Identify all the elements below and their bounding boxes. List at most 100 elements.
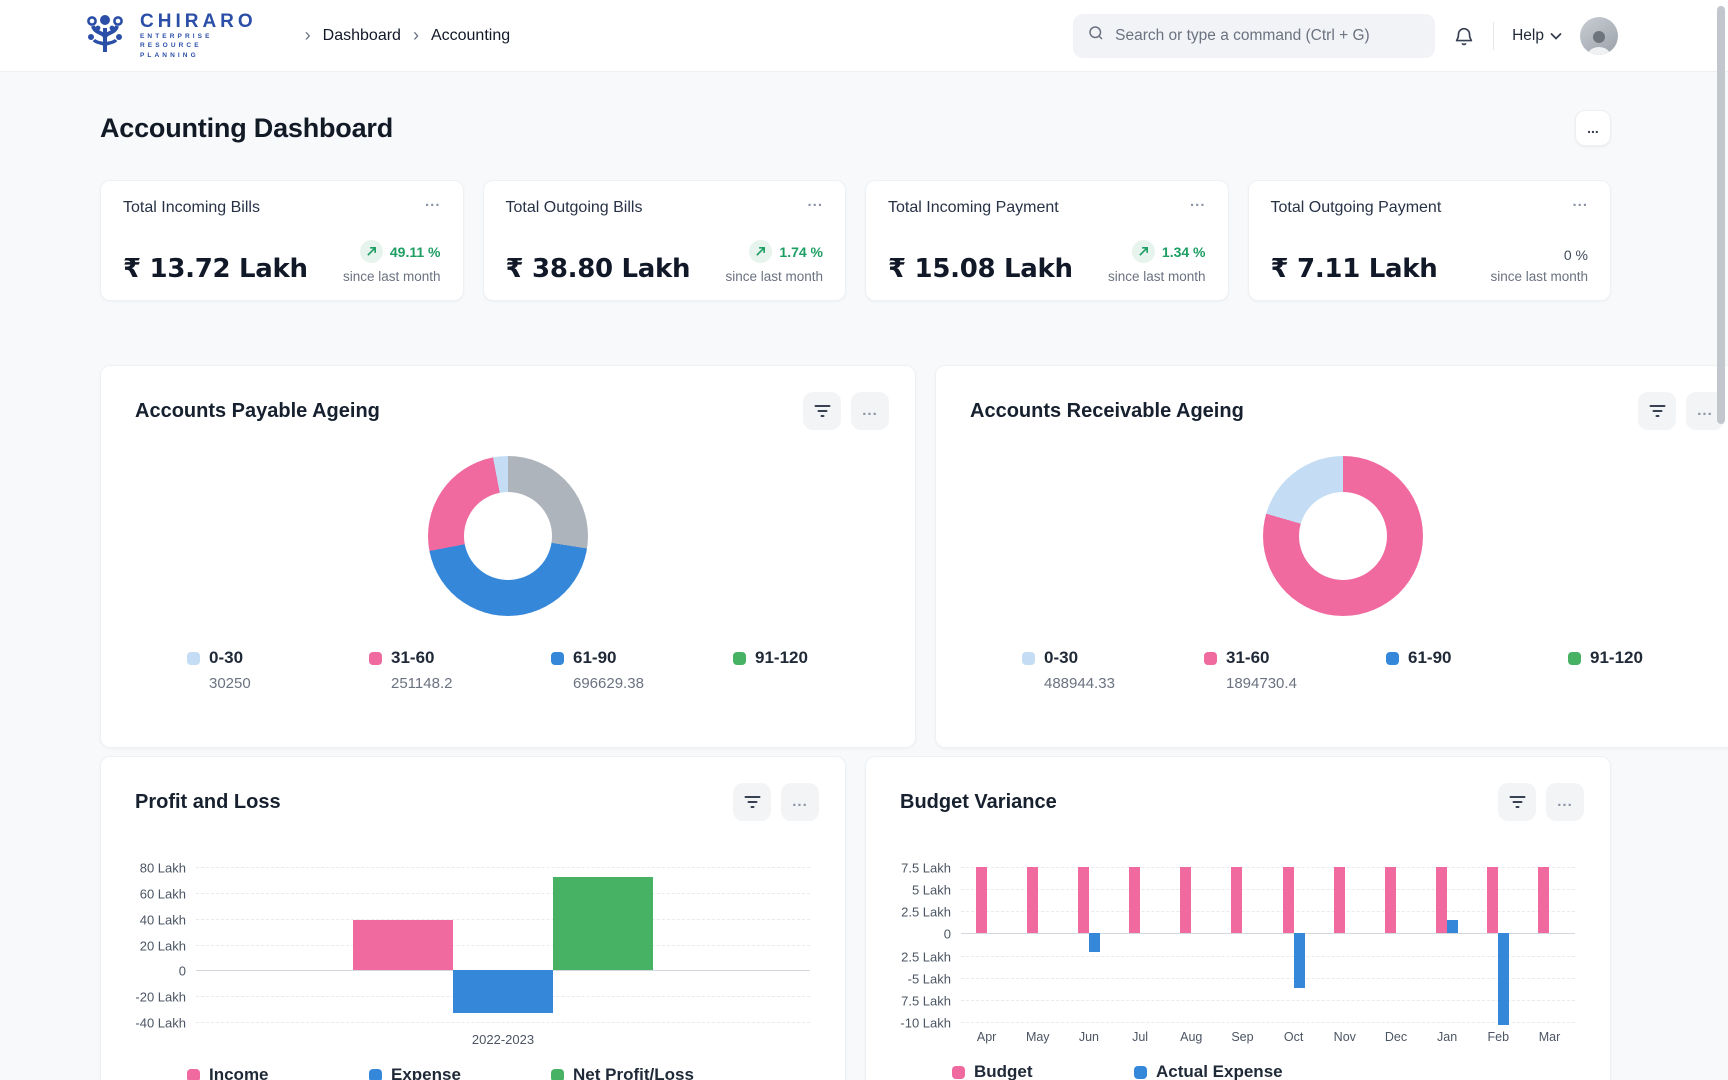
y-axis-tick: 5 Lakh [912,883,951,898]
breadcrumb-dashboard[interactable]: Dashboard [323,27,401,45]
notifications-bell-icon[interactable] [1453,25,1475,47]
legend-swatch [369,1069,382,1080]
scrollbar-thumb[interactable] [1717,6,1725,424]
chart-more-button[interactable]: ... [781,783,819,821]
bar-budget[interactable] [1538,867,1549,933]
legend-label: 91-120 [755,648,808,668]
global-search[interactable] [1073,14,1435,58]
kpi-more-button[interactable]: ... [1572,199,1588,205]
filter-icon[interactable] [1638,392,1676,430]
bar-income[interactable] [353,920,453,970]
top-navigation: CHIRARO ENTERPRISE RESOURCE PLANNING › D… [0,0,1728,72]
kpi-card-total-incoming-payment: Total Incoming Payment ... ₹ 15.08 Lakh … [865,180,1229,301]
kpi-row: Total Incoming Bills ... ₹ 13.72 Lakh 49… [100,180,1611,301]
bar-budget[interactable] [1180,867,1191,933]
filter-icon[interactable] [1498,783,1536,821]
profit-loss-legend: Income Expense Net Profit/Loss [101,1065,845,1080]
legend-item[interactable]: 0-30488944.33 [1022,648,1204,693]
bar-budget[interactable] [1129,867,1140,933]
bar-actual-expense[interactable] [1447,920,1458,933]
bar-budget[interactable] [1436,867,1447,933]
bar-actual-expense[interactable] [1498,933,1509,1024]
kpi-delta: 0 % [1564,247,1588,263]
x-axis-tick: Jul [1115,1030,1166,1044]
bar-actual-expense[interactable] [1089,933,1100,952]
receivable-ageing-donut[interactable] [1263,456,1423,616]
legend-swatch [187,1069,200,1080]
legend-swatch [551,1069,564,1080]
chart-more-button[interactable]: ... [1546,783,1584,821]
legend-item[interactable]: 61-90696629.38 [551,648,733,693]
x-axis-tick: Apr [961,1030,1012,1044]
y-axis-tick: 7.5 Lakh [901,993,951,1008]
legend-item[interactable]: Income [187,1065,369,1080]
month-column-oct [1268,867,1319,1022]
legend-item[interactable]: Net Profit/Loss [551,1065,733,1080]
y-axis-tick: 2.5 Lakh [901,905,951,920]
kpi-value: ₹ 38.80 Lakh [506,254,691,284]
x-axis-tick: Jun [1063,1030,1114,1044]
bar-expense[interactable] [453,970,553,1013]
y-axis-tick: 7.5 Lakh [901,861,951,876]
user-avatar[interactable] [1580,17,1618,55]
ageing-charts-row: Accounts Payable Ageing ... 0-303025031-… [100,365,1611,748]
kpi-more-button[interactable]: ... [807,199,823,205]
kpi-caption: since last month [1108,269,1206,284]
bar-actual-expense[interactable] [1294,933,1305,988]
legend-swatch [551,652,564,665]
brand-sub-1: ENTERPRISE [140,34,257,41]
legend-item[interactable]: 31-60251148.2 [369,648,551,693]
legend-item[interactable]: 61-90 [1386,648,1568,693]
chart-title: Budget Variance [900,791,1057,814]
y-axis-tick: 0 [944,927,951,942]
legend-value: 251148.2 [369,675,551,693]
legend-item[interactable]: Actual Expense [1134,1062,1316,1080]
y-axis-tick: -10 Lakh [900,1016,951,1031]
bar-budget[interactable] [1027,867,1038,933]
legend-swatch [1022,652,1035,665]
legend-item[interactable]: Expense [369,1065,551,1080]
search-input[interactable] [1115,27,1421,45]
bar-budget[interactable] [1231,867,1242,933]
profit-and-loss-card: Profit and Loss ... 80 Lakh60 Lakh40 Lak… [100,756,846,1080]
trend-up-icon [360,240,383,263]
bar-net-profit-loss[interactable] [553,877,653,970]
donut-hole [1299,492,1387,580]
brand-name: CHIRARO [140,12,257,31]
x-axis-tick: Aug [1166,1030,1217,1044]
legend-item[interactable]: 0-3030250 [187,648,369,693]
legend-swatch [1568,652,1581,665]
bar-budget[interactable] [1283,867,1294,933]
kpi-title: Total Outgoing Bills [506,199,643,217]
filter-icon[interactable] [803,392,841,430]
brand-logo[interactable]: CHIRARO ENTERPRISE RESOURCE PLANNING [80,8,257,63]
legend-item[interactable]: Budget [952,1062,1134,1080]
help-menu[interactable]: Help [1512,27,1562,45]
bar-budget[interactable] [976,867,987,933]
dashboard-content: Accounting Dashboard ... Total Incoming … [0,72,1728,1080]
kpi-more-button[interactable]: ... [425,199,441,205]
kpi-card-total-outgoing-bills: Total Outgoing Bills ... ₹ 38.80 Lakh 1.… [483,180,847,301]
month-column-mar [1524,867,1575,1022]
chart-title: Profit and Loss [135,791,281,814]
breadcrumb-accounting[interactable]: Accounting [431,27,510,45]
kpi-value: ₹ 15.08 Lakh [888,254,1073,284]
legend-item[interactable]: 91-120 [1568,648,1728,693]
legend-label: Expense [391,1065,461,1080]
topbar-right: Help [1073,14,1618,58]
filter-icon[interactable] [733,783,771,821]
kpi-card-total-outgoing-payment: Total Outgoing Payment ... ₹ 7.11 Lakh 0… [1248,180,1612,301]
legend-item[interactable]: 31-601894730.4 [1204,648,1386,693]
chart-more-button[interactable]: ... [851,392,889,430]
bar-budget[interactable] [1385,867,1396,933]
legend-label: Actual Expense [1156,1062,1283,1080]
kpi-more-button[interactable]: ... [1190,199,1206,205]
brand-text: CHIRARO ENTERPRISE RESOURCE PLANNING [140,12,257,60]
page-more-button[interactable]: ... [1575,110,1611,146]
bar-budget[interactable] [1487,867,1498,933]
y-axis-tick: -5 Lakh [908,971,951,986]
legend-item[interactable]: 91-120 [733,648,915,693]
bar-budget[interactable] [1078,867,1089,933]
bar-budget[interactable] [1334,867,1345,933]
payable-ageing-donut[interactable] [428,456,588,616]
